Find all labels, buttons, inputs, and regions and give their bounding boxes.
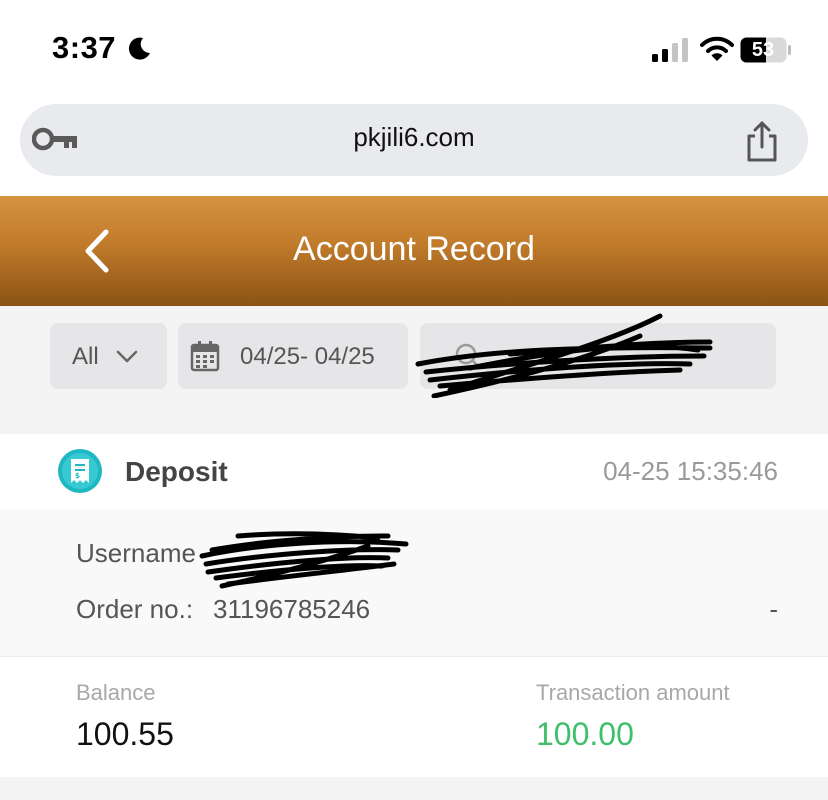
record-status: - <box>769 594 778 624</box>
redaction-scribble <box>415 313 713 398</box>
order-number-value: 31196785246 <box>213 594 371 624</box>
username-label: Username <box>76 538 196 568</box>
receipt-icon: $ <box>58 449 102 493</box>
status-time: 3:37 <box>52 30 117 65</box>
transaction-amount-label: Transaction amount <box>536 680 730 705</box>
record-details <box>0 510 828 656</box>
record-datetime: 04-25 15:35:46 <box>603 456 778 486</box>
record-type: Deposit <box>125 456 228 487</box>
url-text[interactable]: pkjili6.com <box>0 122 828 153</box>
share-icon[interactable] <box>744 120 780 162</box>
cellular-signal-icon <box>652 38 688 62</box>
calendar-icon <box>190 341 220 372</box>
battery-level: 53 <box>751 38 775 61</box>
section-gap <box>0 410 828 434</box>
balance-value: 100.55 <box>76 716 174 752</box>
page-title: Account Record <box>293 230 535 268</box>
moon-icon <box>128 37 150 60</box>
wifi-icon <box>700 36 734 61</box>
chevron-down-icon <box>116 350 138 363</box>
balance-label: Balance <box>76 680 156 705</box>
type-filter-label: All <box>72 343 99 370</box>
transaction-amount-value: 100.00 <box>536 716 634 752</box>
redaction-scribble <box>199 531 409 589</box>
date-range-label: 04/25- 04/25 <box>240 343 375 370</box>
type-filter-dropdown[interactable] <box>50 323 167 389</box>
svg-text:$: $ <box>75 472 80 480</box>
section-gap <box>0 777 828 800</box>
order-number-label: Order no.: <box>76 594 194 624</box>
